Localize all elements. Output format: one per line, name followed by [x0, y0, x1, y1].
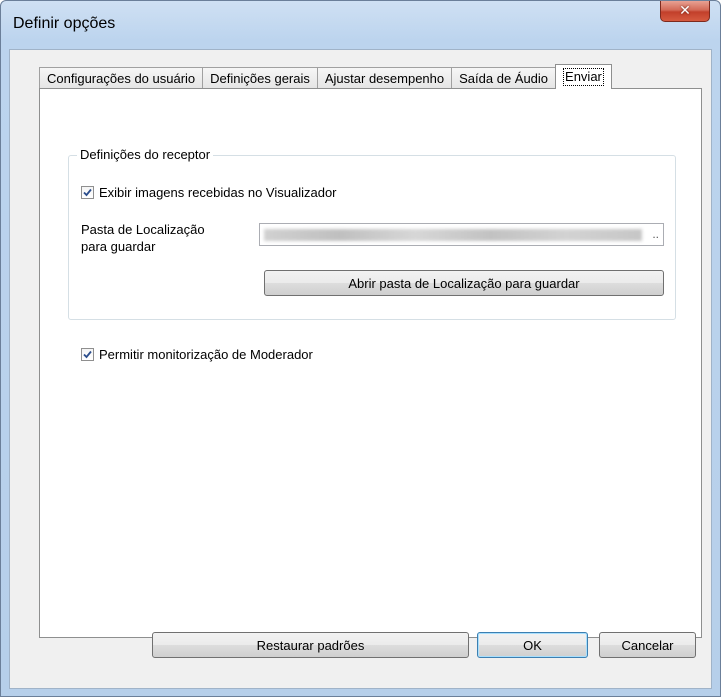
- show-images-checkbox[interactable]: [81, 186, 94, 199]
- checkmark-icon: [83, 188, 92, 197]
- dialog-window: Definir opções ✕ Configurações do usuári…: [0, 0, 721, 697]
- show-images-label: Exibir imagens recebidas no Visualizador: [99, 185, 337, 200]
- receiver-group-title: Definições do receptor: [77, 147, 214, 162]
- path-ellipsis: ..: [652, 227, 659, 241]
- tab-send-label: Enviar: [563, 68, 604, 86]
- save-folder-label-line2: para guardar: [81, 239, 156, 254]
- tab-audio-output[interactable]: Saída de Áudio: [451, 67, 557, 89]
- tab-panel-send: Definições do receptor Exibir imagens re…: [39, 88, 702, 638]
- tab-user-settings[interactable]: Configurações do usuário: [39, 67, 204, 89]
- close-button[interactable]: ✕: [660, 1, 710, 22]
- close-icon: ✕: [679, 3, 691, 19]
- cancel-button[interactable]: Cancelar: [599, 632, 696, 658]
- save-folder-label: Pasta de Localização para guardar: [81, 221, 205, 255]
- allow-moderator-row[interactable]: Permitir monitorização de Moderador: [81, 347, 313, 362]
- window-title: Definir opções: [13, 15, 116, 32]
- tab-strip: Configurações do usuário Definições gera…: [39, 64, 612, 89]
- allow-moderator-checkbox[interactable]: [81, 348, 94, 361]
- save-folder-label-line1: Pasta de Localização: [81, 222, 205, 237]
- redacted-path: [264, 229, 642, 241]
- allow-moderator-label: Permitir monitorização de Moderador: [99, 347, 313, 362]
- show-images-row[interactable]: Exibir imagens recebidas no Visualizador: [81, 185, 337, 200]
- save-folder-path-field[interactable]: ..: [259, 223, 664, 246]
- tab-send[interactable]: Enviar: [555, 64, 612, 89]
- ok-button[interactable]: OK: [477, 632, 588, 658]
- title-bar[interactable]: Definir opções ✕: [1, 1, 720, 49]
- restore-defaults-button[interactable]: Restaurar padrões: [152, 632, 469, 658]
- checkmark-icon: [83, 350, 92, 359]
- tab-general-settings[interactable]: Definições gerais: [202, 67, 318, 89]
- dialog-body: Configurações do usuário Definições gera…: [9, 49, 712, 689]
- open-save-folder-button[interactable]: Abrir pasta de Localização para guardar: [264, 270, 664, 296]
- tab-adjust-performance[interactable]: Ajustar desempenho: [316, 67, 453, 89]
